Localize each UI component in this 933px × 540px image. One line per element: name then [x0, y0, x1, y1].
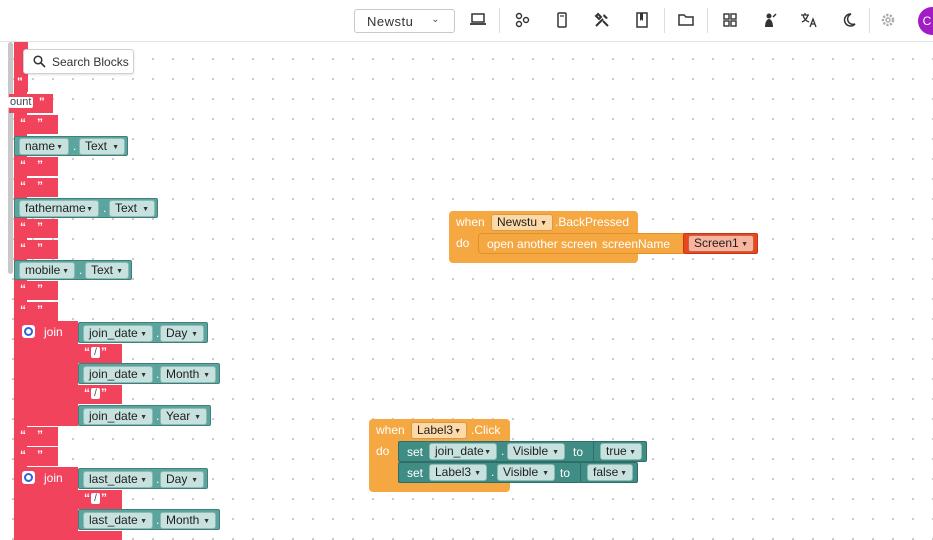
component-dropdown[interactable]: join_date ▼: [83, 325, 153, 342]
blocks-workspace[interactable]: " ount " “ ” name ▼ . Text ▼ “ ” “ ” fathe…: [0, 42, 933, 540]
toolbar-divider: [869, 8, 870, 33]
toolbar-divider: [664, 8, 665, 33]
open-another-screen-block[interactable]: open another screen screenName: [478, 233, 686, 254]
component-dropdown[interactable]: join_date ▼: [83, 366, 153, 383]
chevron-down-icon: ⌄: [431, 14, 440, 25]
component-dropdown[interactable]: last_date ▼: [83, 471, 153, 488]
property-dropdown[interactable]: Month ▼: [160, 512, 216, 529]
search-icon: [33, 55, 46, 71]
component-dropdown[interactable]: last_date ▼: [83, 512, 153, 529]
toolbar-divider: [499, 8, 500, 33]
property-dropdown[interactable]: Day ▼: [160, 325, 204, 342]
screen-selector[interactable]: Newstu ⌄: [354, 9, 455, 33]
mutator-gear-icon[interactable]: [22, 471, 35, 484]
component-dropdown[interactable]: mobile ▼: [19, 262, 75, 279]
date-getter-block[interactable]: join_date ▼ . Month ▼: [78, 363, 220, 384]
date-getter-block[interactable]: join_date ▼ . Day ▼: [78, 322, 208, 343]
laptop-icon[interactable]: [469, 11, 487, 29]
phone-icon[interactable]: [553, 11, 571, 29]
dashboard-icon[interactable]: [721, 11, 739, 29]
dark-mode-icon[interactable]: [840, 11, 858, 29]
string-block[interactable]: ount ": [8, 94, 53, 113]
mutator-gear-icon[interactable]: [22, 325, 35, 338]
property-dropdown[interactable]: Text ▼: [109, 200, 155, 217]
tools-icon[interactable]: [593, 11, 611, 29]
property-dropdown[interactable]: Visible ▼: [497, 464, 555, 481]
boolean-dropdown[interactable]: false ▼: [587, 464, 633, 481]
settings-icon[interactable]: [879, 11, 897, 29]
property-dropdown[interactable]: Text ▼: [85, 262, 129, 279]
component-dropdown[interactable]: Label3 ▼: [429, 464, 487, 481]
slash-string-block[interactable]: “/”: [78, 490, 122, 509]
property-dropdown[interactable]: Year ▼: [160, 408, 207, 425]
property-dropdown[interactable]: Day ▼: [160, 471, 204, 488]
component-dropdown[interactable]: fathername ▼: [19, 200, 99, 217]
extensions-icon[interactable]: [761, 11, 779, 29]
component-dropdown[interactable]: name ▼: [19, 138, 69, 155]
empty-string-block[interactable]: “ ”: [14, 281, 58, 300]
set-visible-block[interactable]: set Label3 ▼ . Visible ▼ to: [398, 462, 582, 483]
empty-string-block[interactable]: “ ”: [14, 219, 58, 238]
slash-string-block[interactable]: [78, 531, 122, 540]
text-getter-block[interactable]: fathername ▼ . Text ▼: [14, 198, 158, 218]
boolean-block[interactable]: true ▼: [593, 441, 647, 462]
search-blocks-button[interactable]: Search Blocks: [23, 49, 134, 74]
property-dropdown[interactable]: Visible ▼: [507, 443, 565, 460]
text-getter-block[interactable]: name ▼ . Text ▼: [14, 136, 128, 156]
empty-string-block[interactable]: “ ”: [14, 115, 58, 134]
empty-string-block[interactable]: “ ”: [14, 427, 58, 446]
join-block[interactable]: join: [14, 467, 78, 540]
empty-string-block[interactable]: “ ”: [14, 240, 58, 259]
screen-selector-value: Newstu: [367, 14, 414, 29]
empty-string-block[interactable]: “ ”: [14, 178, 58, 197]
text-getter-block[interactable]: mobile ▼ . Text ▼: [14, 260, 132, 280]
event-component-dropdown[interactable]: Label3 ▼: [411, 422, 467, 439]
toolbar-divider: [707, 8, 708, 33]
component-dropdown[interactable]: join_date ▼: [83, 408, 153, 425]
slash-string-block[interactable]: “/”: [78, 385, 122, 404]
screen-name-dropdown[interactable]: Screen1 ▼: [688, 235, 754, 252]
component-dropdown[interactable]: join_date ▼: [429, 443, 497, 460]
folder-icon[interactable]: [677, 11, 695, 29]
property-dropdown[interactable]: Month ▼: [160, 366, 216, 383]
date-getter-block[interactable]: join_date ▼ . Year ▼: [78, 405, 211, 426]
user-avatar[interactable]: C: [918, 7, 933, 35]
date-getter-block[interactable]: last_date ▼ . Month ▼: [78, 509, 220, 530]
date-getter-block[interactable]: last_date ▼ . Day ▼: [78, 468, 208, 489]
components-icon[interactable]: [513, 11, 531, 29]
slash-string-block[interactable]: “/”: [78, 344, 122, 363]
boolean-dropdown[interactable]: true ▼: [600, 443, 642, 460]
empty-string-block[interactable]: “ ”: [14, 302, 58, 321]
event-component-dropdown[interactable]: Newstu ▼: [491, 214, 553, 231]
join-block[interactable]: join: [14, 321, 78, 426]
set-visible-block[interactable]: set join_date ▼ . Visible ▼ to: [398, 441, 596, 462]
screen-name-block[interactable]: Screen1 ▼: [683, 233, 758, 254]
translate-icon[interactable]: [800, 11, 818, 29]
vertical-scrollbar[interactable]: [8, 42, 13, 274]
empty-string-block[interactable]: “ ”: [14, 157, 58, 176]
top-toolbar: Newstu ⌄ C: [0, 0, 933, 42]
property-dropdown[interactable]: Text ▼: [79, 138, 125, 155]
string-block[interactable]: ": [14, 74, 28, 92]
book-icon[interactable]: [633, 11, 651, 29]
boolean-block[interactable]: false ▼: [580, 462, 638, 483]
empty-string-block[interactable]: “ ”: [14, 447, 58, 466]
